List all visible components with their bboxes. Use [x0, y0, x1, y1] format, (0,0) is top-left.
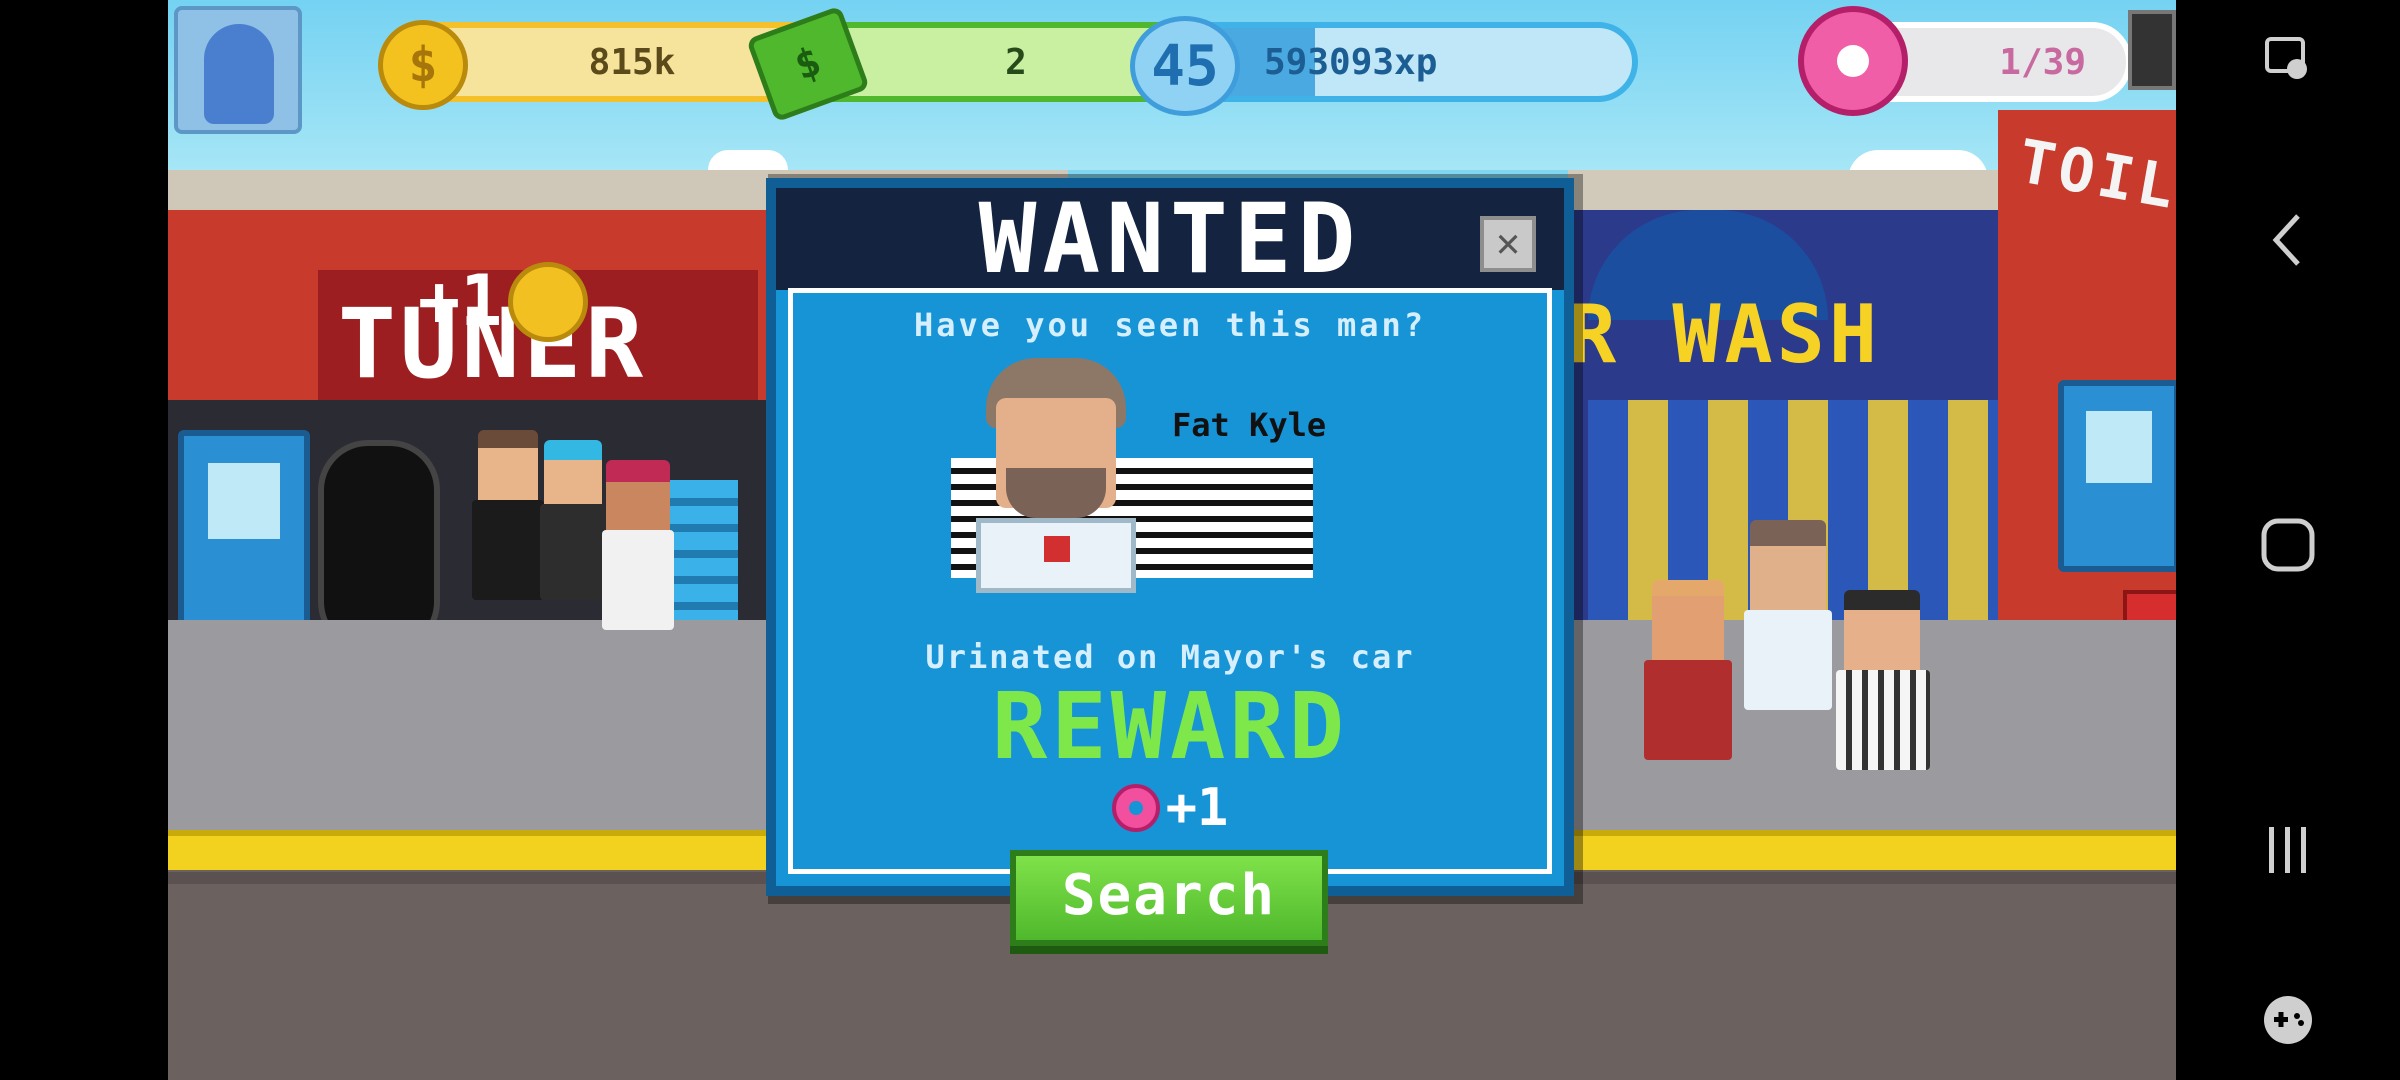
npc-striped-shirt[interactable] [1828, 590, 1938, 780]
game-tools-icon[interactable] [2248, 980, 2328, 1060]
recents-icon[interactable] [2248, 810, 2328, 890]
wanted-question: Have you seen this man? [913, 306, 1427, 344]
level-value: 45 [1151, 33, 1219, 99]
suspect-mugshot [966, 358, 1146, 593]
collapse-chevron-icon[interactable] [2248, 200, 2328, 280]
game-viewport[interactable]: TUNER +1 R WASH TOIL 815k $ 2 $ 593093xp… [168, 0, 2176, 1080]
suspect-crime: Urinated on Mayor's car [925, 638, 1415, 676]
dollar-coin-icon: $ [378, 20, 468, 110]
car-wash-sign: R WASH [1568, 288, 1881, 381]
screen-capture-icon[interactable] [2248, 18, 2328, 98]
avatar-silhouette-icon [204, 24, 274, 124]
quest-book-icon[interactable] [2128, 10, 2176, 90]
wanted-dialog: WANTED ✕ Have you seen this man? Fat Kyl… [766, 178, 1574, 896]
wanted-title: WANTED [978, 183, 1362, 295]
close-button[interactable]: ✕ [1480, 216, 1536, 272]
level-star-badge: 45 [1130, 16, 1240, 116]
floating-coin-text: +1 [418, 260, 503, 342]
vending-machine-left [178, 430, 310, 632]
npc-gold-chain-man[interactable] [1638, 580, 1738, 770]
npc-bearded-man[interactable] [1738, 520, 1838, 720]
coins-value: 815k [588, 41, 676, 83]
suspect-name: Fat Kyle [1172, 406, 1327, 444]
reward-label: REWARD [991, 673, 1349, 780]
reward-amount: +1 [1165, 778, 1229, 838]
donut-value: 1/39 [1999, 41, 2086, 83]
home-icon[interactable] [2248, 505, 2328, 585]
cash-value: 2 [1005, 41, 1027, 83]
player-avatar-button[interactable] [174, 6, 302, 134]
vending-machine-right [2058, 380, 2176, 572]
donut-icon [1798, 6, 1908, 116]
npc-red-hair-woman[interactable] [598, 460, 678, 650]
npc-suit-man[interactable] [468, 430, 548, 620]
floating-coin-icon [508, 262, 588, 342]
reward-row: +1 [776, 778, 1564, 838]
search-button[interactable]: Search [1010, 850, 1328, 946]
system-nav-bar [2176, 0, 2400, 1080]
xp-value: 593093xp [1264, 41, 1438, 83]
donut-reward-icon [1111, 784, 1160, 832]
